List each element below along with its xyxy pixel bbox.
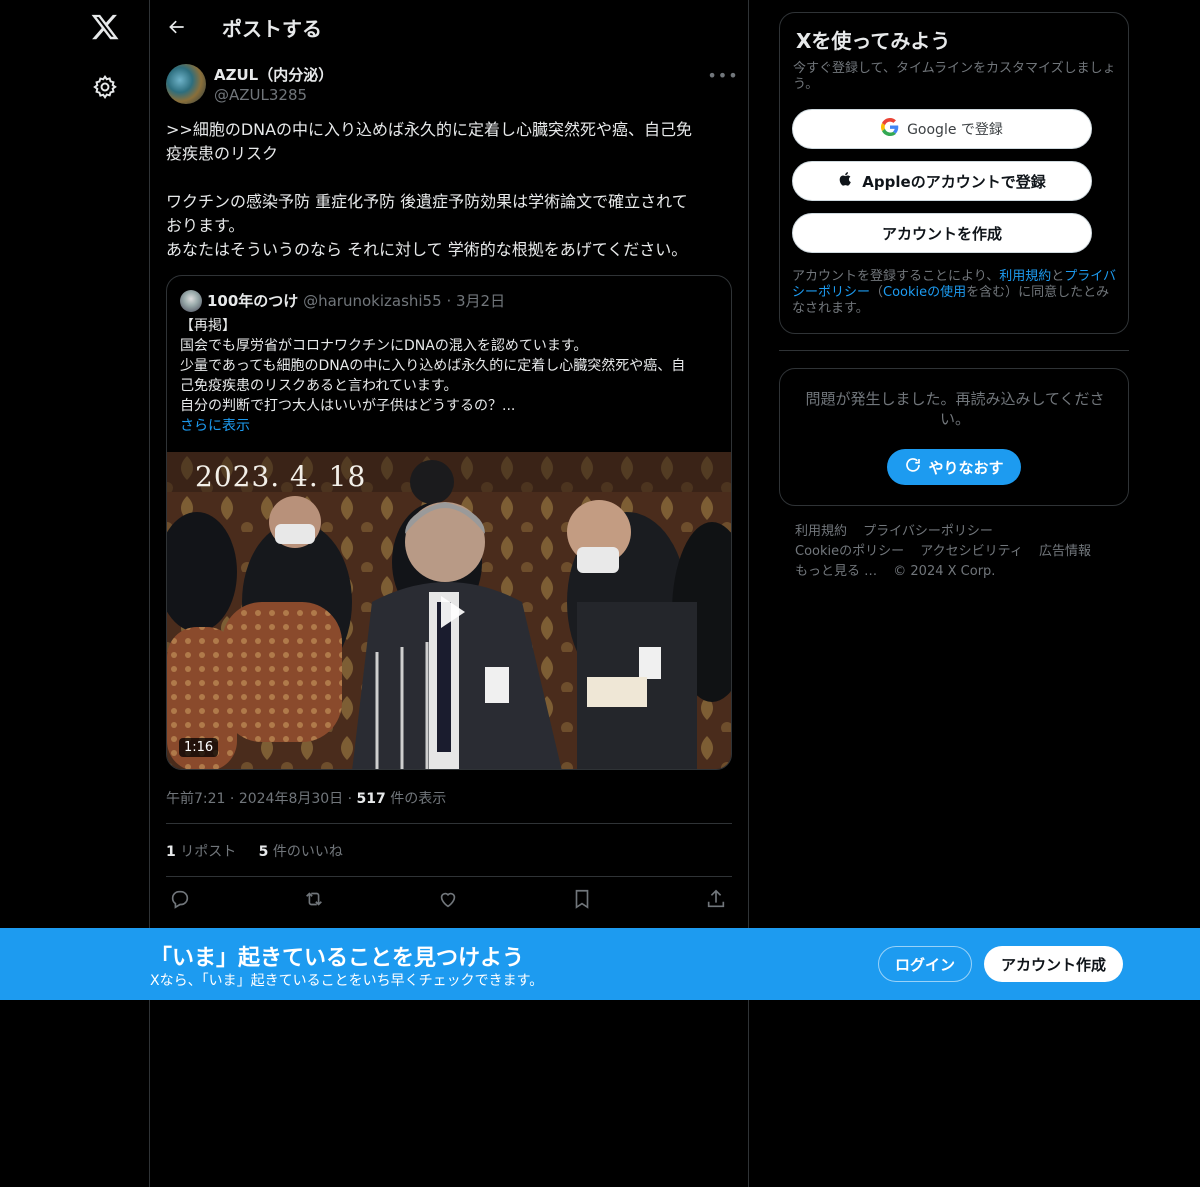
footer-link-more[interactable]: もっと見る …: [795, 564, 877, 579]
page-title: ポストする: [222, 17, 322, 41]
quote-text: 【再掲】 国会でも厚労省がコロナワクチンにDNAの混入を認めています。 少量であ…: [180, 316, 720, 436]
post-text-line: おります。: [166, 216, 245, 235]
create-account-button[interactable]: アカウントを作成: [792, 213, 1092, 253]
apple-icon: [838, 170, 854, 192]
terms-link[interactable]: 利用規約: [999, 269, 1051, 284]
signup-subtitle: 今すぐ登録して、タイムラインをカスタマイズしましょう。: [793, 61, 1116, 92]
meta-separator: ·: [347, 791, 353, 807]
play-icon[interactable]: [429, 590, 473, 634]
quote-text-line: 【再掲】: [180, 318, 236, 334]
reposts-count: 1: [166, 844, 176, 860]
author-handle[interactable]: @AZUL3285: [214, 86, 307, 104]
error-message: 問題が発生しました。再読み込みしてください。: [805, 390, 1105, 428]
video-thumbnail[interactable]: 2023. 4. 18 1:16: [167, 452, 731, 769]
login-button[interactable]: ログイン: [878, 946, 972, 982]
retry-label: やりなおす: [928, 458, 1004, 477]
quoted-post[interactable]: 100年のつけ @harunokizashi55 · 3月2日 【再掲】 国会で…: [166, 275, 732, 770]
reposts-label: リポスト: [180, 844, 237, 860]
footer-link-ads[interactable]: 広告情報: [1039, 544, 1091, 559]
footer-copyright: © 2024 X Corp.: [893, 564, 996, 579]
quote-separator: ·: [446, 292, 452, 310]
likes-label: 件のいいね: [272, 844, 343, 860]
quote-text-line: 国会でも厚労省がコロナワクチンにDNAの混入を認めています。: [180, 338, 588, 354]
post-stats: 1 リポスト 5 件のいいね: [166, 841, 361, 861]
retry-button[interactable]: やりなおす: [887, 449, 1021, 485]
footer-link-cookie[interactable]: Cookieのポリシー: [795, 544, 904, 559]
banner-create-account-button[interactable]: アカウント作成: [984, 946, 1123, 982]
footer-link-accessibility[interactable]: アクセシビリティ: [920, 544, 1023, 559]
like-icon[interactable]: [437, 888, 461, 912]
left-nav: [0, 0, 150, 1187]
quote-text-line: 少量であっても細胞のDNAの中に入り込めば永久的に定着し心臓突然死や癌、自: [180, 358, 686, 374]
likes-stat[interactable]: 5 件のいいね: [259, 844, 343, 860]
divider: [166, 876, 732, 877]
post-date[interactable]: 2024年8月30日: [239, 791, 343, 807]
post-text-line: ワクチンの感染予防 重症化予防 後遺症予防効果は学術論文で確立されて: [166, 192, 688, 211]
meta-separator: ·: [229, 791, 235, 807]
main-column: ポストする AZUL（内分泌） @AZUL3285 ••• >>細胞のDNAの中…: [149, 0, 749, 1187]
cookie-link[interactable]: Cookieの使用: [883, 285, 966, 300]
views-count: 517: [356, 791, 386, 807]
post-actions: [166, 888, 732, 912]
post-text-line: あなたはそういうのなら それに対して 学術的な根拠をあげてください。: [166, 240, 688, 259]
show-more-link[interactable]: さらに表示: [180, 416, 720, 436]
banner-title: 「いま」起きていることを見つけよう: [150, 946, 525, 971]
footer-link-terms[interactable]: 利用規約: [795, 524, 847, 539]
likes-count: 5: [258, 844, 269, 860]
quote-avatar: [180, 290, 202, 312]
divider: [779, 350, 1129, 351]
post-time[interactable]: 午前7:21: [166, 791, 225, 807]
signup-title: Xを使ってみよう: [796, 29, 951, 53]
apple-signup-label: Appleのアカウントで登録: [862, 172, 1046, 191]
signup-banner: 「いま」起きていることを見つけよう Xなら、「いま」起きていることをいち早くチェ…: [0, 928, 1200, 1000]
quote-text-line: 自分の判断で打つ大人はいいが子供はどうするの？...: [180, 398, 516, 414]
video-duration: 1:16: [179, 738, 219, 757]
terms-text: アカウントを登録することにより、利用規約とプライバシーポリシー（Cookieの使…: [792, 269, 1120, 317]
author-name[interactable]: AZUL（内分泌）: [214, 64, 333, 85]
repost-icon[interactable]: [303, 888, 327, 912]
reply-icon[interactable]: [169, 888, 193, 912]
share-icon[interactable]: [705, 888, 729, 912]
signup-card: Xを使ってみよう 今すぐ登録して、タイムラインをカスタマイズしましょう。 Goo…: [779, 12, 1129, 334]
video-date-overlay: 2023. 4. 18: [195, 460, 367, 493]
terms-prefix: アカウントを登録することにより、: [792, 269, 1000, 284]
post-meta: 午前7:21 · 2024年8月30日 · 517 件の表示: [166, 788, 446, 808]
reposts-stat[interactable]: 1 リポスト: [166, 844, 236, 860]
avatar[interactable]: [166, 64, 206, 104]
views-label: 件の表示: [390, 791, 447, 807]
bookmark-icon[interactable]: [571, 888, 595, 912]
error-card: 問題が発生しました。再読み込みしてください。 やりなおす: [779, 368, 1129, 506]
footer-links: 利用規約 プライバシーポリシー Cookieのポリシー アクセシビリティ 広告情…: [795, 522, 1125, 582]
quote-author-handle: @harunokizashi55: [303, 292, 442, 310]
google-icon: [881, 118, 899, 140]
quote-text-line: 己免疫疾患のリスクあると言われています。: [180, 378, 458, 394]
quote-author-name: 100年のつけ: [207, 292, 299, 310]
post-text-line: 疫疾患のリスク: [166, 144, 279, 163]
x-logo-icon[interactable]: [90, 12, 120, 42]
more-options-icon[interactable]: •••: [707, 64, 737, 86]
post-text-line: >>細胞のDNAの中に入り込めば永久的に定着し心臓突然死や癌、自己免: [166, 120, 693, 139]
refresh-icon: [904, 456, 922, 478]
footer-link-privacy[interactable]: プライバシーポリシー: [863, 524, 993, 539]
gear-icon[interactable]: [92, 74, 118, 100]
terms-and: と: [1051, 269, 1065, 284]
google-signup-button[interactable]: Google で登録: [792, 109, 1092, 149]
apple-signup-button[interactable]: Appleのアカウントで登録: [792, 161, 1092, 201]
top-bar: ポストする: [150, 0, 748, 54]
quote-header: 100年のつけ @harunokizashi55 · 3月2日: [207, 290, 505, 312]
quote-date: 3月2日: [456, 292, 506, 310]
banner-subtitle: Xなら、「いま」起きていることをいち早くチェックできます。: [150, 973, 544, 989]
google-signup-label: Google で登録: [907, 122, 1003, 138]
back-arrow-icon[interactable]: [164, 14, 190, 40]
post-text: >>細胞のDNAの中に入り込めば永久的に定着し心臓突然死や癌、自己免 疫疾患のリ…: [166, 118, 736, 262]
divider: [166, 823, 732, 824]
terms-paren: （: [870, 285, 884, 300]
